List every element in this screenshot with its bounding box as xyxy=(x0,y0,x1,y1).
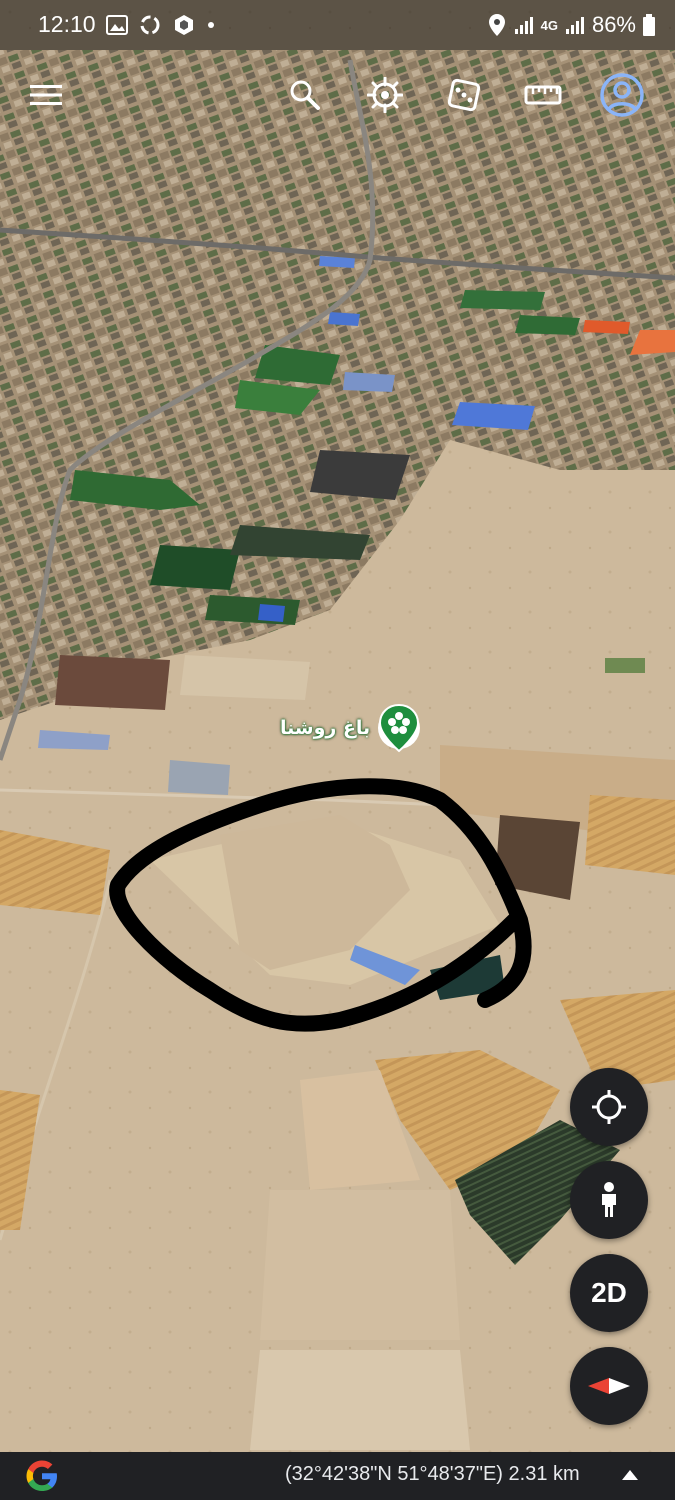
poi-label[interactable]: باغ روشنا xyxy=(280,717,370,739)
status-bar: 12:10 4G 86% xyxy=(0,0,675,50)
expand-up-icon[interactable] xyxy=(620,1468,640,1482)
menu-icon xyxy=(30,85,62,105)
search-button[interactable] xyxy=(277,62,333,128)
compass-button[interactable] xyxy=(570,1347,648,1425)
account-icon xyxy=(600,73,644,117)
earth-toolbar xyxy=(0,62,675,128)
status-time: 12:10 xyxy=(38,11,96,37)
menu-button[interactable] xyxy=(18,62,74,128)
flower-place-icon xyxy=(379,703,420,753)
network-type: 4G xyxy=(540,17,558,33)
gallery-icon xyxy=(106,15,128,35)
location-icon xyxy=(488,14,505,36)
feeling-lucky-button[interactable] xyxy=(436,62,492,128)
view-mode-toggle[interactable]: 2D xyxy=(570,1254,648,1332)
pegman-icon xyxy=(602,1182,616,1217)
my-location-button[interactable] xyxy=(570,1068,648,1146)
bottom-bar: (32°42'38"N 51°48'37"E) 2.31 km xyxy=(0,1452,675,1500)
measure-icon xyxy=(524,85,562,105)
measure-button[interactable] xyxy=(515,62,571,128)
notification-icons xyxy=(106,12,216,38)
app-icon xyxy=(175,15,193,35)
battery-percent: 86% xyxy=(591,12,636,37)
account-button[interactable] xyxy=(594,62,650,128)
signal-icon xyxy=(514,17,533,34)
voyager-button[interactable] xyxy=(357,62,413,128)
my-location-icon xyxy=(592,1090,626,1124)
compass-icon xyxy=(588,1378,630,1394)
battery-icon xyxy=(643,14,655,36)
signal-icon-2 xyxy=(565,17,584,34)
search-icon xyxy=(290,80,320,110)
poi-marker[interactable]: باغ روشنا xyxy=(280,703,421,753)
sync-icon xyxy=(140,15,160,35)
feeling-lucky-icon xyxy=(447,78,481,112)
coordinates-readout: (32°42'38"N 51°48'37"E) 2.31 km xyxy=(285,1463,580,1485)
system-tray: 4G 86% xyxy=(487,11,655,39)
street-view-button[interactable] xyxy=(570,1161,648,1239)
google-g-logo xyxy=(26,1460,57,1491)
dot-icon xyxy=(208,22,214,28)
poi-pin[interactable] xyxy=(378,703,421,753)
voyager-icon xyxy=(367,77,403,113)
